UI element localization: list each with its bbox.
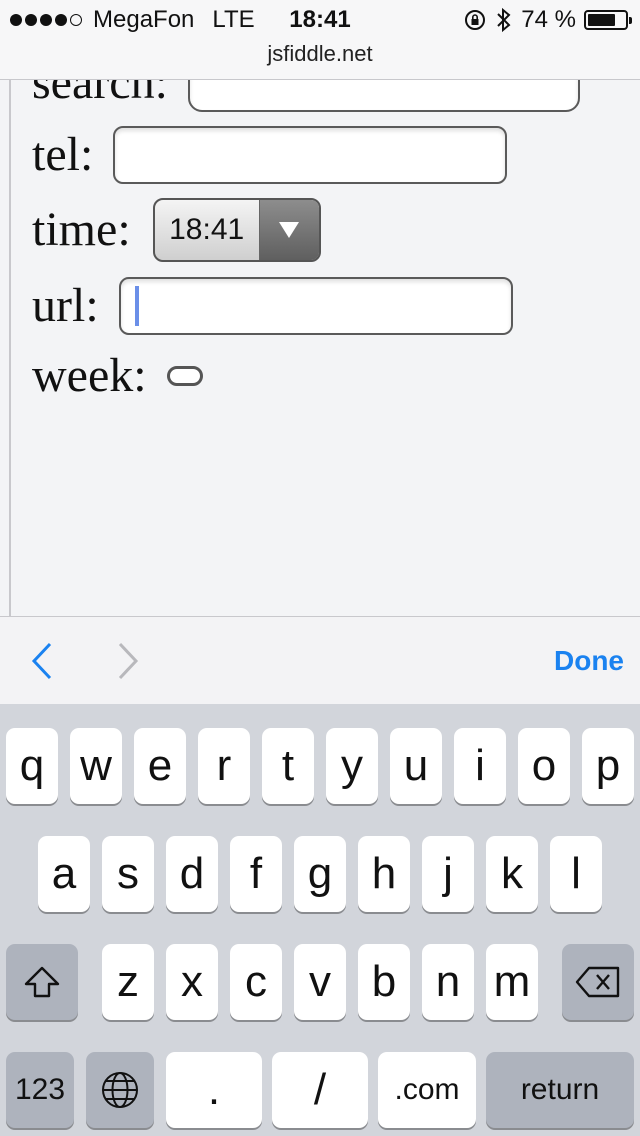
- time-value: 18:41: [169, 213, 245, 246]
- globe-key[interactable]: [86, 1052, 154, 1128]
- shift-key[interactable]: [6, 944, 78, 1020]
- url-label: url:: [32, 279, 99, 332]
- key-n[interactable]: n: [422, 944, 474, 1020]
- key-j[interactable]: j: [422, 836, 474, 912]
- key-t[interactable]: t: [262, 728, 314, 804]
- key-f[interactable]: f: [230, 836, 282, 912]
- key-a[interactable]: a: [38, 836, 90, 912]
- key-c[interactable]: c: [230, 944, 282, 1020]
- key-g[interactable]: g: [294, 836, 346, 912]
- time-label: time:: [32, 203, 131, 256]
- url-input[interactable]: [118, 277, 513, 335]
- key-r[interactable]: r: [198, 728, 250, 804]
- done-button[interactable]: Done: [554, 645, 624, 677]
- text-cursor: [134, 286, 139, 326]
- search-label: search:: [32, 80, 168, 109]
- week-row: week:: [32, 348, 203, 404]
- url-row: url:: [32, 277, 513, 335]
- key-l[interactable]: l: [550, 836, 602, 912]
- delete-key[interactable]: [562, 944, 634, 1020]
- key-u[interactable]: u: [390, 728, 442, 804]
- search-input[interactable]: [187, 80, 580, 112]
- status-bar: MegaFon LTE 18:41 jsfiddle.net 74 %: [0, 0, 640, 80]
- key-k[interactable]: k: [486, 836, 538, 912]
- dotcom-key[interactable]: .com: [378, 1052, 476, 1128]
- search-row: search:: [32, 80, 580, 112]
- tel-input[interactable]: [113, 126, 508, 184]
- key-h[interactable]: h: [358, 836, 410, 912]
- key-o[interactable]: o: [518, 728, 570, 804]
- battery-percentage: 74 %: [521, 6, 576, 33]
- orientation-lock-icon: [465, 10, 486, 30]
- key-x[interactable]: x: [166, 944, 218, 1020]
- battery-level: [588, 14, 615, 26]
- key-q[interactable]: q: [6, 728, 58, 804]
- battery-icon: [584, 10, 632, 30]
- key-s[interactable]: s: [102, 836, 154, 912]
- key-m[interactable]: m: [486, 944, 538, 1020]
- key-i[interactable]: i: [454, 728, 506, 804]
- numbers-key[interactable]: 123: [6, 1052, 74, 1128]
- week-input[interactable]: [166, 366, 203, 386]
- week-label: week:: [32, 349, 147, 402]
- time-row: time: 18:41: [32, 198, 321, 262]
- next-field-button[interactable]: [108, 641, 148, 681]
- key-b[interactable]: b: [358, 944, 410, 1020]
- web-page-content: search: tel: time: 18:41 url: week:: [0, 80, 640, 616]
- key-w[interactable]: w: [70, 728, 122, 804]
- tel-row: tel:: [32, 126, 508, 184]
- previous-field-button[interactable]: [22, 641, 62, 681]
- bluetooth-icon: [497, 7, 511, 33]
- chevron-right-icon: [118, 642, 139, 680]
- keyboard: qwertyuiop asdfghjkl zxcvbnm 123 . / .co…: [0, 704, 640, 1136]
- key-e[interactable]: e: [134, 728, 186, 804]
- status-icons: 74 %: [463, 6, 632, 34]
- key-y[interactable]: y: [326, 728, 378, 804]
- dropdown-arrow-icon: [258, 200, 319, 260]
- keyboard-accessory-bar: Done: [0, 616, 640, 704]
- key-z[interactable]: z: [102, 944, 154, 1020]
- time-select[interactable]: 18:41: [152, 198, 321, 262]
- key-p[interactable]: p: [582, 728, 634, 804]
- slash-key[interactable]: /: [272, 1052, 368, 1128]
- key-v[interactable]: v: [294, 944, 346, 1020]
- shift-icon: [24, 966, 60, 998]
- chevron-left-icon: [31, 642, 52, 680]
- key-d[interactable]: d: [166, 836, 218, 912]
- return-key[interactable]: return: [486, 1052, 634, 1128]
- globe-icon: [102, 1072, 138, 1108]
- page-url[interactable]: jsfiddle.net: [0, 41, 640, 67]
- period-key[interactable]: .: [166, 1052, 262, 1128]
- backspace-icon: [575, 966, 620, 998]
- tel-label: tel:: [32, 128, 94, 181]
